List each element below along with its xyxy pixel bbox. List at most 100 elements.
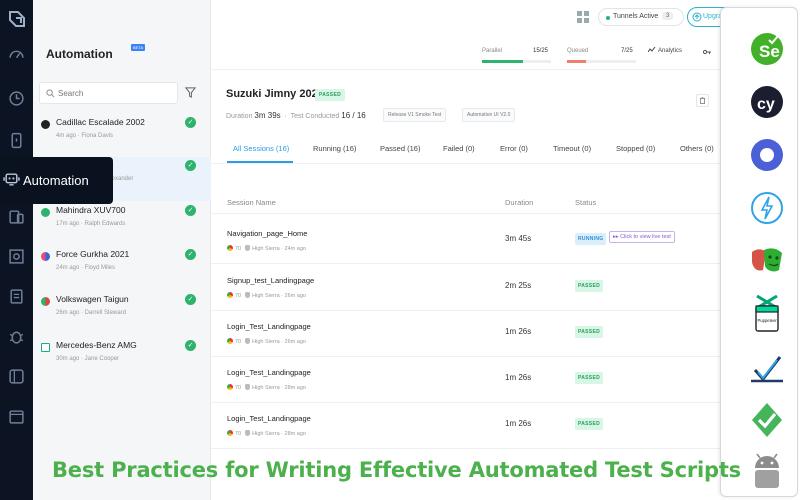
automation-icon (3, 171, 20, 188)
tooltip-label: Automation (23, 173, 89, 188)
chrome-icon (227, 430, 233, 436)
cypress-icon: cy (749, 83, 785, 121)
session-duration: 1m 26s (505, 373, 532, 382)
chrome-icon (227, 338, 233, 344)
live-icon: ▸▸ (613, 234, 621, 240)
tunnel-status-dot (606, 16, 610, 20)
caption-banner: Best Practices for Writing Effective Aut… (33, 458, 741, 490)
selenium-badge-icon (41, 208, 50, 217)
apple-icon (245, 338, 251, 344)
queued-bar (567, 60, 636, 63)
view-live-test-link[interactable]: ▸▸ Click to view live test (609, 231, 675, 243)
list-item[interactable]: Cadillac Escalade 2002 4m ago · Fiona Da… (33, 114, 211, 158)
parallel-label: Parallel (482, 48, 503, 54)
search-icon (46, 89, 55, 98)
devices-icon[interactable] (8, 208, 25, 225)
tests-value: 16 / 16 (341, 111, 366, 120)
list-item-meta: 26m ago · Darrell Steward (56, 310, 127, 316)
key-icon[interactable] (703, 49, 711, 55)
folder-icon[interactable] (8, 408, 25, 425)
tab-error[interactable]: Error (0) (500, 144, 528, 153)
tunnels-status[interactable]: Tunnels Active 3 (598, 8, 684, 26)
session-name: Signup_test_Landingpage (227, 276, 315, 285)
list-item[interactable]: Mercedes-Benz AMG 30m ago · Jane Cooper … (33, 337, 211, 381)
search-box[interactable] (39, 82, 178, 104)
table-row[interactable]: Login_Test_Landingpage 70 High Sierra · 2… (211, 403, 730, 449)
session-duration: 1m 26s (505, 327, 532, 336)
analytics-icon (648, 47, 656, 53)
session-duration: 3m 45s (505, 234, 532, 243)
android-icon (749, 452, 785, 490)
svg-text:Se: Se (759, 42, 780, 61)
dashboard-icon[interactable] (8, 46, 25, 63)
analytics-label: Analytics (658, 48, 683, 54)
app-logo-icon[interactable] (7, 9, 27, 29)
tunnels-label: Tunnels Active (613, 13, 659, 20)
document-icon[interactable] (8, 288, 25, 305)
list-item-title: Cadillac Escalade 2002 (56, 117, 145, 127)
build-meta: Duration 3m 39s · Test Conducted 16 / 16 (226, 111, 366, 120)
cypress-badge-icon (41, 120, 50, 129)
build-tag: Release V1 Smoke Test (383, 108, 447, 122)
visual-icon[interactable] (8, 248, 25, 265)
active-tab-indicator (227, 161, 293, 163)
analytics-button[interactable]: Analytics (648, 47, 682, 54)
list-item[interactable]: Volkswagen Taigun 26m ago · Darrell Stew… (33, 291, 211, 335)
tab-all-sessions[interactable]: All Sessions (16) (233, 144, 289, 153)
concurrency-stats: Parallel 15/25 Queued 7/25 Analytics (211, 40, 730, 70)
check-icon: ✓ (185, 340, 196, 351)
session-name: Login_Test_Landingpage (227, 414, 311, 423)
check-icon: ✓ (185, 160, 196, 171)
tab-passed[interactable]: Passed (16) (380, 144, 420, 153)
build-title: Suzuki Jimny 2020 (226, 88, 324, 100)
column-header-duration: Duration (505, 198, 534, 207)
tab-stopped[interactable]: Stopped (0) (616, 144, 655, 153)
search-input[interactable] (58, 87, 168, 100)
build-tag: Automation UI V2.0 (462, 108, 516, 122)
caption-text: Best Practices for Writing Effective Aut… (52, 458, 741, 482)
playwright-badge-icon (41, 297, 50, 306)
icon-rail (0, 0, 33, 500)
session-list-panel: Automation BETA Cadillac Escalade 2002 4… (33, 0, 211, 500)
upgrade-icon (692, 12, 702, 22)
table-row[interactable]: Login_Test_Landingpage 70 High Sierra · 2… (211, 311, 730, 357)
list-item[interactable]: Force Gurkha 2021 24m ago · Floyd Miles … (33, 246, 211, 290)
automation-tooltip[interactable]: Automation (0, 157, 113, 204)
status-badge: PASSED (575, 372, 603, 384)
parallel-bar-fill (482, 60, 524, 63)
list-item-title: Volkswagen Taigun (56, 294, 129, 304)
session-duration: 2m 25s (505, 281, 532, 290)
status-badge: PASSED (575, 280, 603, 292)
check-icon: ✓ (185, 205, 196, 216)
status-badge: RUNNING (575, 233, 607, 245)
clock-icon[interactable] (8, 90, 25, 107)
tab-running[interactable]: Running (16) (313, 144, 356, 153)
playwright-icon (749, 242, 785, 280)
tab-timeout[interactable]: Timeout (0) (553, 144, 591, 153)
mobile-icon[interactable] (8, 132, 25, 149)
queued-label: Queued (567, 48, 589, 54)
session-meta: 70 High Sierra · 26m ago (227, 338, 306, 345)
bug-icon[interactable] (8, 328, 25, 345)
queued-value: 7/25 (621, 48, 633, 54)
apple-icon (245, 430, 251, 436)
svg-text:Puppeteer: Puppeteer (758, 318, 778, 323)
grid-icon[interactable] (577, 11, 589, 23)
table-row[interactable]: Navigation_page_Home 70 High Sierra · 24m… (211, 218, 730, 264)
beta-badge: BETA (131, 44, 146, 51)
puppeteer-icon: Puppeteer (749, 294, 785, 333)
screen-icon[interactable] (8, 368, 25, 385)
testim-icon (749, 348, 785, 386)
tab-others[interactable]: Others (0) (680, 144, 714, 153)
list-item-title: Mahindra XUV700 (56, 205, 126, 215)
list-item[interactable]: Mahindra XUV700 17m ago · Ralph Edwards … (33, 202, 211, 246)
delete-icon[interactable] (696, 94, 709, 107)
table-row[interactable]: Login_Test_Landingpage 70 High Sierra · 2… (211, 357, 730, 403)
tab-failed[interactable]: Failed (0) (443, 144, 475, 153)
parallel-bar (482, 60, 551, 63)
table-row[interactable]: Signup_test_Landingpage 70 High Sierra · … (211, 265, 730, 311)
lightning-icon (749, 189, 785, 227)
parallel-value: 15/25 (533, 48, 549, 54)
session-name: Login_Test_Landingpage (227, 368, 311, 377)
filter-icon[interactable] (185, 87, 196, 98)
